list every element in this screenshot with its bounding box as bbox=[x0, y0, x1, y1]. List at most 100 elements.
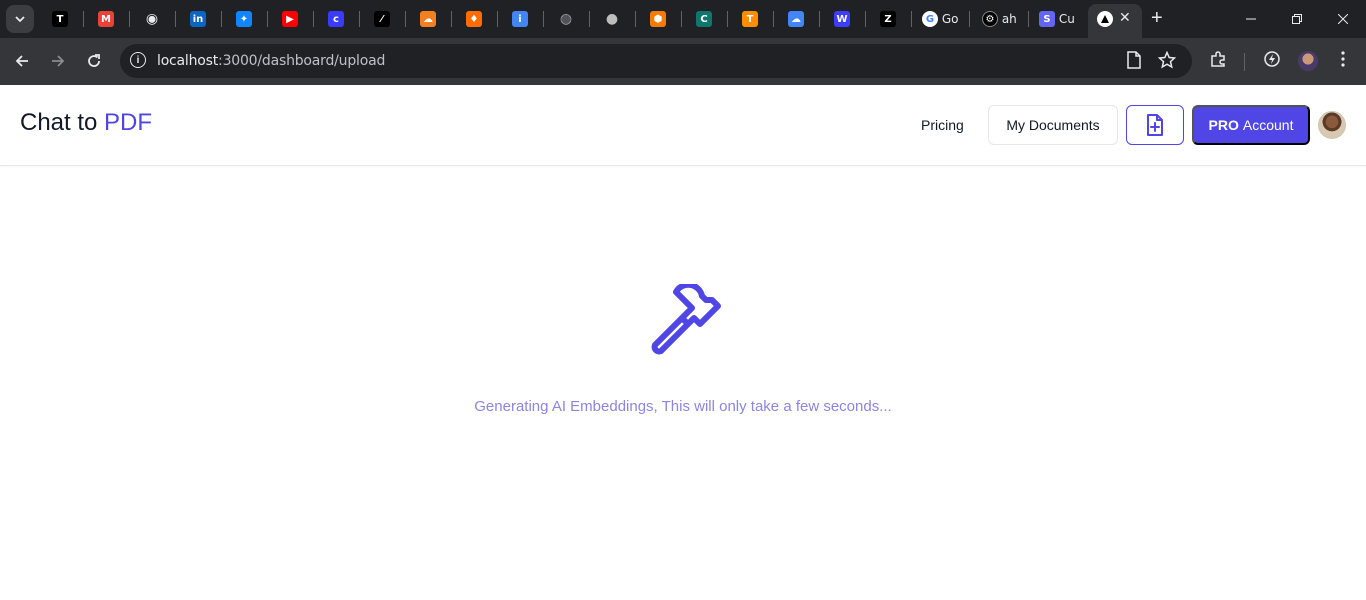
tab-google[interactable]: G Go bbox=[922, 11, 958, 27]
pinned-tab[interactable]: ☁ bbox=[785, 8, 807, 30]
pinned-tab[interactable]: W bbox=[831, 8, 853, 30]
pinned-tab[interactable]: T bbox=[49, 8, 71, 30]
browser-toolbar: i localhost:3000/dashboard/upload bbox=[0, 38, 1366, 85]
address-bar[interactable]: i localhost:3000/dashboard/upload bbox=[120, 44, 1192, 78]
hammer-icon bbox=[651, 284, 721, 355]
t-square-icon: T bbox=[52, 11, 68, 27]
tab-separator bbox=[129, 11, 130, 27]
pinned-tab[interactable]: in bbox=[187, 8, 209, 30]
arrow-right-icon bbox=[52, 55, 65, 67]
slash-square-icon: ⁄ bbox=[374, 11, 390, 27]
pinned-tab[interactable]: ● bbox=[601, 8, 623, 30]
pinned-tab[interactable]: c bbox=[325, 8, 347, 30]
tab-separator bbox=[969, 11, 970, 27]
s-square-icon: S bbox=[1039, 11, 1055, 27]
tab-separator bbox=[1028, 11, 1029, 27]
url-text[interactable]: localhost:3000/dashboard/upload bbox=[157, 53, 385, 69]
pricing-link[interactable]: Pricing bbox=[906, 105, 979, 145]
bookmark-star-icon[interactable] bbox=[1157, 50, 1177, 74]
tab-separator bbox=[589, 11, 590, 27]
tab-separator bbox=[681, 11, 682, 27]
w-logo-icon: W bbox=[834, 11, 850, 27]
pinned-tab[interactable]: M bbox=[95, 8, 117, 30]
browser-profile-avatar[interactable] bbox=[1298, 51, 1318, 71]
reload-button[interactable] bbox=[81, 48, 107, 74]
google-icon: G bbox=[922, 11, 938, 27]
tab-separator bbox=[405, 11, 406, 27]
c-square-icon: C bbox=[696, 11, 712, 27]
tab-separator bbox=[175, 11, 176, 27]
arrow-left-icon bbox=[15, 55, 28, 67]
tab-separator bbox=[635, 11, 636, 27]
tab-separator bbox=[451, 11, 452, 27]
site-info-icon[interactable]: i bbox=[130, 52, 146, 68]
close-icon bbox=[1338, 14, 1348, 24]
restore-icon bbox=[1292, 14, 1302, 24]
pinned-tab[interactable]: Z bbox=[877, 8, 899, 30]
upload-document-button[interactable] bbox=[1126, 105, 1184, 145]
performance-icon[interactable] bbox=[1263, 50, 1281, 73]
tab-separator bbox=[543, 11, 544, 27]
new-tab-button[interactable]: + bbox=[1151, 7, 1163, 30]
app-header: Chat to PDF Pricing My Documents PRO Acco… bbox=[0, 85, 1366, 166]
my-documents-button[interactable]: My Documents bbox=[988, 105, 1118, 145]
file-plus-icon bbox=[1147, 114, 1163, 136]
minimize-button[interactable] bbox=[1228, 6, 1274, 32]
pinned-tab[interactable]: i bbox=[509, 8, 531, 30]
linkedin-icon: in bbox=[190, 11, 206, 27]
youtube-icon: ▶ bbox=[282, 11, 298, 27]
forward-button[interactable] bbox=[45, 48, 71, 74]
browser-tab-strip: T M ◉ in ✦ ▶ c ⁄ ☁ ♦ i ◍ ● ⬢ C T ☁ W Z G Go ⚙ ah S Cu ✕ + bbox=[0, 0, 1366, 38]
hexagon-icon: ⬢ bbox=[650, 11, 666, 27]
tab-separator bbox=[359, 11, 360, 27]
z-square-icon: Z bbox=[880, 11, 896, 27]
restore-button[interactable] bbox=[1274, 6, 1320, 32]
pinned-tab[interactable]: ⬢ bbox=[647, 8, 669, 30]
close-tab-icon[interactable]: ✕ bbox=[1119, 9, 1131, 26]
gmail-icon: M bbox=[98, 11, 114, 27]
openai-icon: ⚙ bbox=[982, 11, 998, 27]
flame-icon: ♦ bbox=[466, 11, 482, 27]
toolbar-separator bbox=[1244, 53, 1245, 71]
tab-separator bbox=[773, 11, 774, 27]
google-cloud-icon: ☁ bbox=[788, 11, 804, 27]
pinned-tab[interactable]: ◍ bbox=[555, 8, 577, 30]
c-circle-icon: c bbox=[328, 11, 344, 27]
tab-search-button[interactable] bbox=[6, 5, 34, 33]
tab-separator bbox=[83, 11, 84, 27]
tensorflow-icon: T bbox=[742, 11, 758, 27]
butterfly-icon: ✦ bbox=[236, 11, 252, 27]
cookie-icon: ● bbox=[605, 11, 619, 27]
tab-separator bbox=[911, 11, 912, 27]
pinned-tab[interactable]: ☁ bbox=[417, 8, 439, 30]
pinned-tab[interactable]: ⁄ bbox=[371, 8, 393, 30]
globe-icon: ◍ bbox=[559, 11, 573, 27]
pinned-tab[interactable]: ▶ bbox=[279, 8, 301, 30]
kebab-menu-icon[interactable] bbox=[1336, 50, 1350, 73]
app-logo[interactable]: Chat to PDF bbox=[20, 109, 152, 137]
page-icon[interactable] bbox=[1126, 51, 1142, 74]
active-tab[interactable]: ✕ bbox=[1088, 4, 1142, 38]
back-button[interactable] bbox=[9, 48, 35, 74]
tab-separator bbox=[865, 11, 866, 27]
tab-separator bbox=[497, 11, 498, 27]
pinned-tab[interactable]: ◉ bbox=[141, 8, 163, 30]
pinned-tab[interactable]: ✦ bbox=[233, 8, 255, 30]
user-avatar[interactable] bbox=[1318, 111, 1346, 139]
tab-separator bbox=[221, 11, 222, 27]
status-message: Generating AI Embeddings, This will only… bbox=[474, 398, 892, 415]
pro-account-button[interactable]: PRO Account bbox=[1192, 105, 1310, 145]
pinned-tab[interactable]: ♦ bbox=[463, 8, 485, 30]
reload-icon bbox=[88, 54, 100, 67]
extensions-icon[interactable] bbox=[1209, 50, 1227, 73]
minimize-icon bbox=[1246, 18, 1256, 20]
tab-separator bbox=[313, 11, 314, 27]
pinned-tab[interactable]: C bbox=[693, 8, 715, 30]
triangle-icon bbox=[1097, 11, 1113, 27]
close-window-button[interactable] bbox=[1320, 6, 1366, 32]
tab-openai[interactable]: ⚙ ah bbox=[982, 11, 1017, 27]
tab-s[interactable]: S Cu bbox=[1039, 11, 1075, 27]
tab-separator bbox=[727, 11, 728, 27]
pinned-tab[interactable]: T bbox=[739, 8, 761, 30]
chat-bubble-icon: ◉ bbox=[145, 11, 159, 27]
